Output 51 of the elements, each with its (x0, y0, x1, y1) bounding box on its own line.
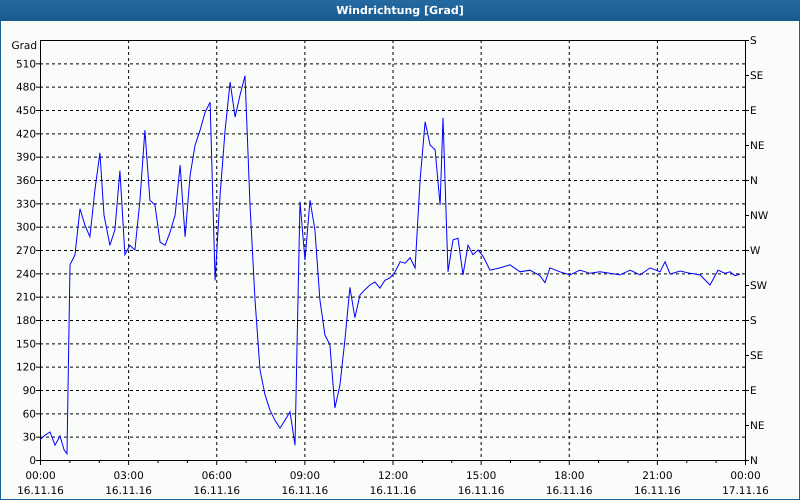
axis-tick-label: 16.11.16 (17, 485, 64, 497)
axis-tick-label: W (750, 245, 760, 257)
axis-tick-label: 16.11.16 (193, 485, 240, 497)
axis-tick-label: 16.11.16 (370, 485, 416, 497)
axis-tick-label: NW (750, 210, 768, 222)
axis-tick-label: N (750, 455, 758, 467)
axis-tick-label: 16.11.16 (634, 485, 681, 497)
axis-title: Grad (11, 40, 37, 52)
axis-tick-label: 300 (16, 222, 36, 234)
axis-tick-label: 150 (16, 338, 36, 350)
axis-tick-label: 90 (22, 385, 36, 397)
axis-tick-label: E (750, 105, 757, 117)
axis-tick-label: SW (750, 280, 768, 292)
axis-tick-label: 420 (16, 128, 36, 140)
axis-tick-label: E (750, 385, 757, 397)
axis-tick-label: S (750, 35, 757, 47)
axis-tick-label: 270 (16, 245, 36, 257)
axis-tick-label: 16.11.16 (458, 485, 504, 497)
axis-tick-label: 180 (16, 315, 36, 327)
axis-tick-label: 480 (16, 82, 36, 94)
axis-tick-label: 12:00 (378, 470, 408, 482)
axis-tick-label: 06:00 (202, 470, 232, 482)
window-title: Windrichtung [Grad] (336, 4, 464, 17)
axis-tick-label: 03:00 (114, 470, 144, 482)
axis-tick-label: 330 (16, 198, 36, 210)
axis-tick-label: 16.11.16 (105, 485, 152, 497)
axis-tick-label: SE (750, 350, 764, 362)
axis-tick-label: 240 (16, 268, 36, 280)
axis-tick-label: 0 (29, 455, 36, 467)
axis-tick-label: 16.11.16 (282, 485, 328, 497)
axis-tick-label: N (750, 175, 758, 187)
axis-tick-label: 15:00 (466, 470, 496, 482)
axis-tick-label: 450 (16, 105, 36, 117)
axis-tick-label: 09:00 (290, 470, 320, 482)
axis-tick-label: 00:00 (25, 470, 56, 482)
axis-tick-label: NE (750, 420, 764, 432)
axis-tick-label: 360 (16, 175, 36, 187)
axis-tick-label: 30 (22, 432, 36, 444)
axis-tick-label: 210 (16, 292, 36, 304)
axis-tick-label: 510 (16, 58, 36, 70)
axis-tick-label: 18:00 (554, 470, 584, 482)
axis-tick-label: 00:00 (730, 470, 761, 482)
axis-tick-label: 17.11.16 (722, 485, 769, 497)
axis-tick-label: 21:00 (642, 470, 672, 482)
axis-tick-label: NE (750, 140, 764, 152)
axis-tick-label: S (750, 315, 757, 327)
axis-tick-label: 390 (16, 152, 36, 164)
axis-tick-label: 120 (16, 362, 36, 374)
axis-tick-label: SE (750, 70, 764, 82)
axis-tick-label: 16.11.16 (546, 485, 593, 497)
axis-tick-label: 60 (22, 408, 36, 420)
